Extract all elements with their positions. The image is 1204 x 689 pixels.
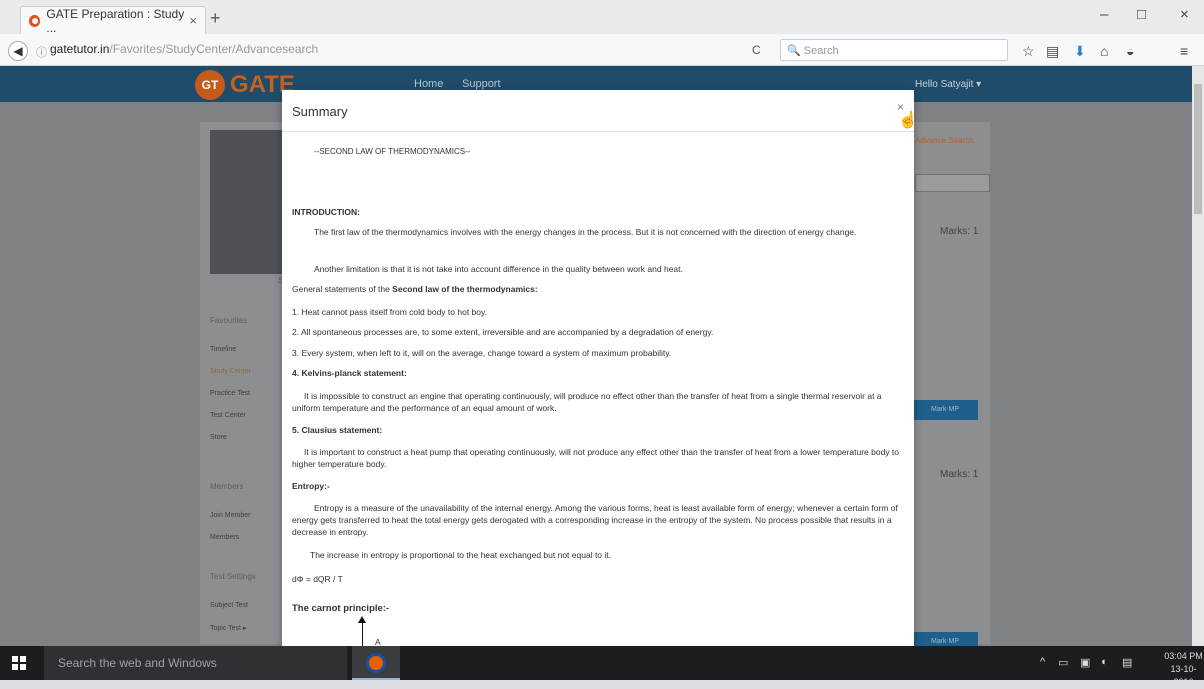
search-icon: 🔍: [787, 45, 804, 57]
favicon-icon: [29, 14, 41, 27]
browser-tab[interactable]: GATE Preparation : Study ... ×: [20, 6, 206, 35]
sidebar-item-study-center[interactable]: Study Center: [210, 368, 251, 375]
statement-4-title: 4. Kelvins-planck statement:: [292, 368, 407, 378]
sidebar-item-join-member[interactable]: Join Member: [210, 512, 250, 519]
search-placeholder: Search: [803, 45, 839, 57]
system-clock[interactable]: 03:04 PM 13-10-2016: [1163, 650, 1204, 689]
firefox-icon: [366, 653, 386, 673]
hand-cursor-icon: ☝: [898, 112, 918, 129]
bookmark-star-icon[interactable]: ☆: [1022, 43, 1035, 60]
logo-mark[interactable]: GT: [195, 70, 225, 100]
new-tab-button[interactable]: +: [210, 8, 221, 29]
entropy-text-2: The increase in entropy is proportional …: [310, 550, 612, 560]
carnot-title: The carnot principle:-: [292, 603, 390, 614]
paragraph-3: General statements of the Second law of …: [292, 283, 904, 295]
summary-modal: Summary × --SECOND LAW OF THERMODYNAMICS…: [282, 90, 914, 646]
windows-start-icon[interactable]: [12, 656, 26, 670]
tray-chevron-icon[interactable]: ^: [1040, 656, 1045, 668]
mark-mp-button-1[interactable]: Mark MP: [912, 400, 978, 420]
volume-icon[interactable]: ◖: [1100, 656, 1107, 668]
network-icon[interactable]: ▣: [1080, 656, 1090, 669]
back-button[interactable]: ◀: [8, 41, 28, 61]
nav-support[interactable]: Support: [462, 78, 501, 90]
statement-5-text: It is important to construct a heat pump…: [292, 447, 900, 469]
reload-button[interactable]: C: [752, 43, 761, 57]
modal-header: Summary ×: [282, 90, 914, 132]
test-settings-title: Test Settings: [210, 572, 256, 581]
taskbar-search-input[interactable]: Search the web and Windows: [44, 646, 347, 680]
search-input[interactable]: 🔍 Search: [780, 39, 1008, 61]
statement-3: 3. Every system, when left to it, will o…: [292, 348, 672, 358]
statement-2: 2. All spontaneous processes are, to som…: [292, 327, 714, 337]
clock-date: 13-10-2016: [1170, 664, 1197, 687]
entropy-formula: dΦ = dQR / T: [292, 574, 343, 584]
home-icon[interactable]: ⌂: [1100, 43, 1108, 59]
close-window-button[interactable]: ×: [1180, 6, 1189, 23]
taskbar: Search the web and Windows ^ ▭ ▣ ◖ ▤ 03:…: [0, 646, 1204, 687]
paragraph-3-prefix: General statements of the: [292, 284, 393, 294]
user-greeting[interactable]: Hello Satyajit ▾: [915, 79, 981, 90]
firefox-taskbar-button[interactable]: [352, 646, 400, 680]
members-title: Members: [210, 482, 244, 491]
maximize-button[interactable]: □: [1137, 6, 1146, 23]
page-scrollbar[interactable]: [1192, 66, 1204, 646]
sidebar-item-test-center[interactable]: Test Center: [210, 412, 246, 419]
reading-list-icon[interactable]: ▤: [1046, 43, 1059, 60]
minimize-button[interactable]: –: [1100, 6, 1108, 23]
paragraph-1: The first law of the thermodynamics invo…: [314, 227, 857, 237]
sidebar: S Favourites Timeline Study Center Pract…: [200, 122, 294, 644]
profile-photo: [210, 130, 284, 274]
entropy-text: Entropy is a measure of the unavailabili…: [292, 503, 898, 537]
url-bar[interactable]: gatetutor.in/Favorites/StudyCenter/Advan…: [50, 42, 318, 56]
tab-title: GATE Preparation : Study ...: [46, 6, 185, 35]
menu-icon[interactable]: ≡: [1180, 43, 1188, 59]
doc-heading: --SECOND LAW OF THERMODYNAMICS--: [314, 147, 471, 156]
tab-close-icon[interactable]: ×: [189, 13, 197, 28]
sidebar-item-members[interactable]: Members: [210, 534, 239, 541]
info-icon[interactable]: ⓘ: [36, 44, 47, 60]
paragraph-2: Another limitation is that it is not tak…: [314, 264, 683, 274]
marks-label-2: Marks: 1: [940, 469, 979, 480]
advance-search-link[interactable]: Advance Search: [915, 136, 974, 145]
sidebar-item-topic-test[interactable]: Topic Test ▸: [210, 624, 246, 632]
nav-home[interactable]: Home: [414, 78, 443, 90]
right-panel: [902, 122, 990, 644]
diagram-arrow-icon: [362, 620, 363, 646]
entropy-title: Entropy:-: [292, 481, 330, 491]
modal-title: Summary: [292, 104, 348, 119]
browser-nav-bar: ◀ ⓘ gatetutor.in/Favorites/StudyCenter/A…: [0, 34, 1204, 66]
statement-4-text: It is impossible to construct an engine …: [292, 391, 882, 413]
scrollbar-thumb[interactable]: [1194, 84, 1202, 214]
sidebar-item-store[interactable]: Store: [210, 434, 227, 441]
sidebar-item-practice-test[interactable]: Practice Test: [210, 390, 250, 397]
favourites-title: Favourites: [210, 316, 248, 325]
download-icon[interactable]: ⬇: [1074, 43, 1086, 60]
battery-icon[interactable]: ▭: [1058, 656, 1068, 669]
pocket-icon[interactable]: ◒: [1126, 43, 1134, 59]
browser-tab-strip: GATE Preparation : Study ... × + – □ ×: [0, 0, 1204, 35]
url-path: /Favorites/StudyCenter/Advancesearch: [109, 42, 319, 56]
filter-select[interactable]: [915, 174, 990, 192]
diagram-arrowhead-icon: [358, 616, 366, 623]
sidebar-item-timeline[interactable]: Timeline: [210, 346, 236, 353]
clock-time: 03:04 PM: [1164, 651, 1203, 661]
sidebar-item-subject-test[interactable]: Subject Test: [210, 602, 248, 609]
intro-title: INTRODUCTION:: [292, 207, 360, 217]
diagram-label: A: [375, 637, 381, 646]
paragraph-3-bold: Second law of the thermodynamics:: [392, 284, 538, 294]
marks-label-1: Marks: 1: [940, 226, 979, 237]
notification-icon[interactable]: ▤: [1122, 656, 1132, 669]
statement-5-title: 5. Clausius statement:: [292, 425, 383, 435]
statement-1: 1. Heat cannot pass itself from cold bod…: [292, 307, 487, 317]
url-domain: gatetutor.in: [50, 42, 110, 56]
